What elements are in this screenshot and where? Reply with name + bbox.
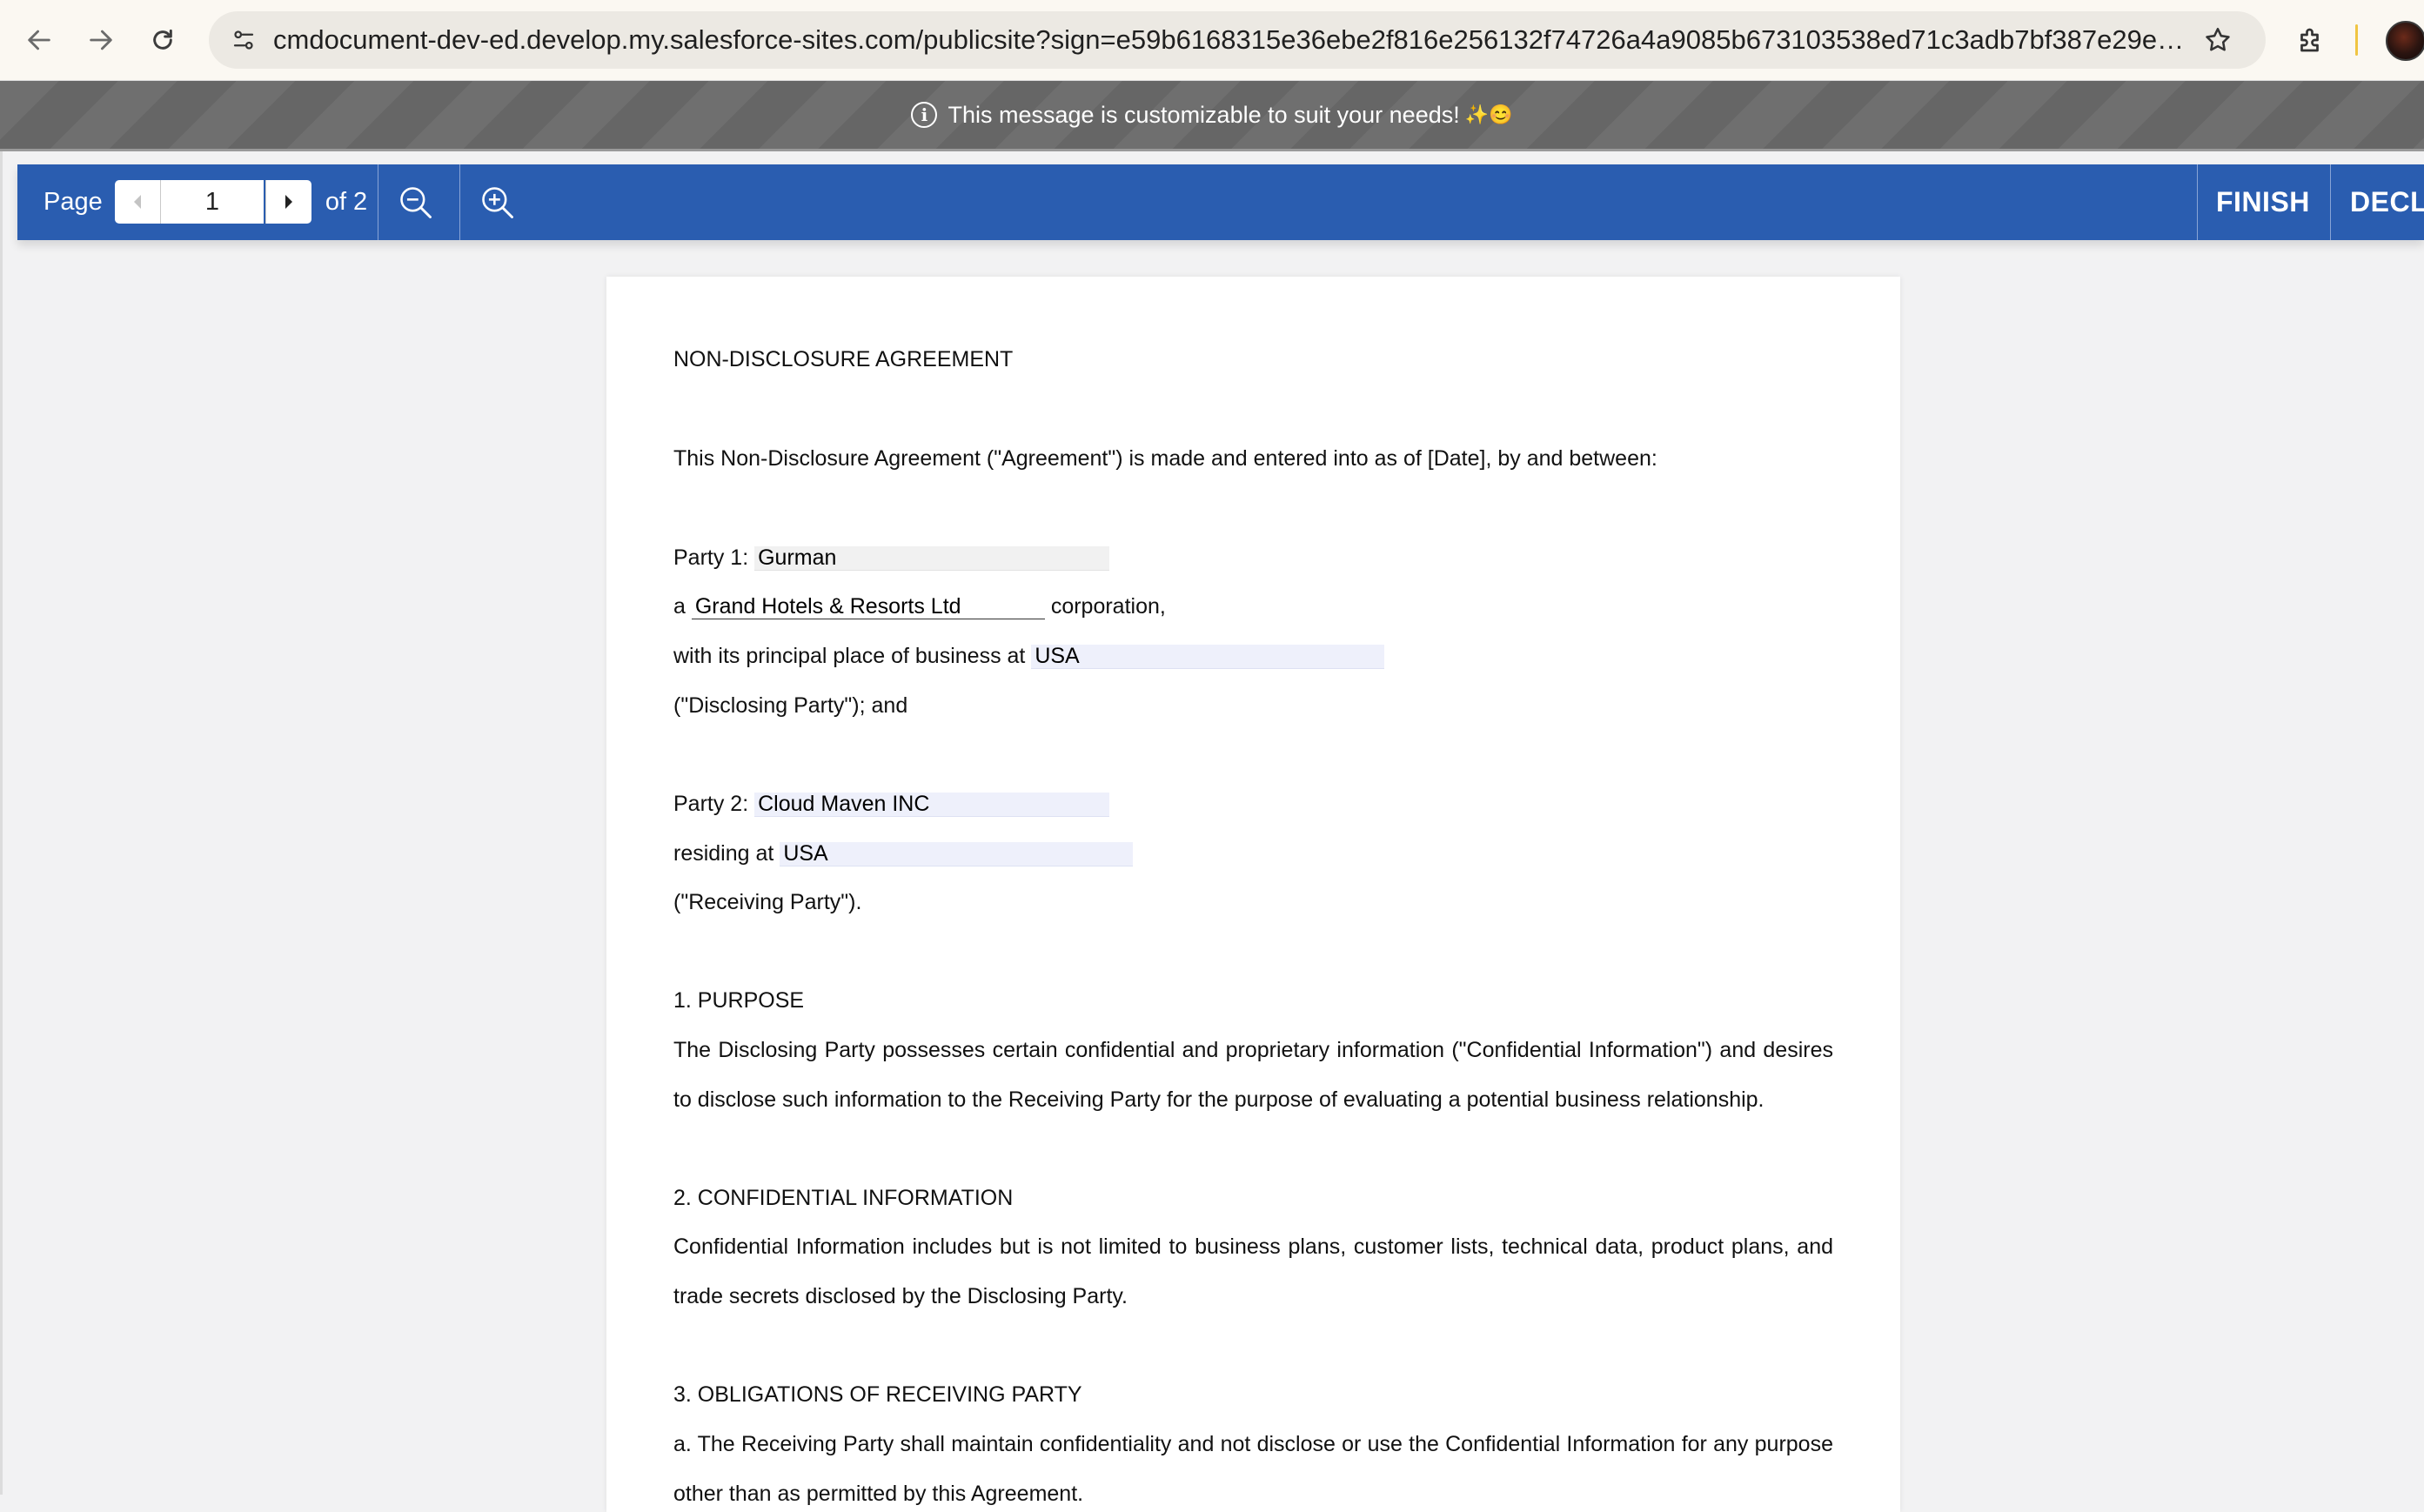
browser-toolbar: cmdocument-dev-ed.develop.my.salesforce-…	[0, 0, 2424, 81]
zoom-in-icon[interactable]	[474, 179, 521, 226]
frame-border	[0, 149, 2424, 151]
section-text: to disclose such information to the Rece…	[673, 1087, 1764, 1112]
party1-company-field[interactable]: Grand Hotels & Resorts Ltd	[691, 595, 1045, 619]
toolbar-separator	[459, 164, 460, 240]
bookmark-star-icon[interactable]	[2194, 17, 2241, 64]
toolbar-separator	[2197, 164, 2198, 240]
section-text: The Disclosing Party possesses certain c…	[673, 1038, 1833, 1062]
party1-line: Party 1: Gurman	[673, 545, 1110, 571]
banner-message: This message is customizable to suit you…	[948, 101, 1460, 128]
receiving-party-text: ("Receiving Party").	[673, 890, 862, 914]
extensions-puzzle-icon[interactable]	[2287, 16, 2335, 64]
party1-label: Party 1:	[673, 545, 749, 570]
business-label: with its principal place of business at	[673, 644, 1026, 668]
custom-message-banner: i This message is customizable to suit y…	[0, 81, 2424, 149]
banner-emoji: ✨😊	[1464, 104, 1513, 125]
section-heading: 3. OBLIGATIONS OF RECEIVING PARTY	[673, 1382, 1082, 1407]
party1-business-field[interactable]: USA	[1031, 645, 1385, 669]
residing-label: residing at	[673, 841, 774, 866]
party1-company-line: a Grand Hotels & Resorts Ltd corporation…	[673, 594, 1166, 619]
page-count-label: of 2	[325, 188, 368, 216]
party2-name-field[interactable]: Cloud Maven INC	[754, 793, 1110, 817]
page-number-input[interactable]	[161, 180, 264, 224]
next-page-button[interactable]	[265, 180, 311, 224]
corporation-text: corporation,	[1050, 594, 1166, 619]
section-text: trade secrets disclosed by the Disclosin…	[673, 1284, 1128, 1308]
party2-residing-line: residing at USA	[673, 841, 1134, 866]
address-bar[interactable]: cmdocument-dev-ed.develop.my.salesforce-…	[209, 11, 2266, 69]
section-text: Confidential Information includes but is…	[673, 1234, 1833, 1259]
party1-name-field[interactable]: Gurman	[754, 546, 1110, 571]
previous-page-button[interactable]	[115, 180, 161, 224]
page-label: Page	[44, 188, 103, 216]
info-icon: i	[911, 102, 938, 128]
document-title: NON-DISCLOSURE AGREEMENT	[673, 347, 1014, 371]
url-text[interactable]: cmdocument-dev-ed.develop.my.salesforce-…	[273, 11, 2187, 69]
site-settings-icon[interactable]	[223, 19, 264, 61]
party1-business-line: with its principal place of business at …	[673, 644, 1385, 669]
party2-residing-field[interactable]: USA	[780, 842, 1134, 866]
document-page: NON-DISCLOSURE AGREEMENT This Non-Disclo…	[606, 277, 1900, 1512]
back-arrow-icon[interactable]	[15, 16, 64, 64]
section-heading: 2. CONFIDENTIAL INFORMATION	[673, 1186, 1014, 1210]
section-text: a. The Receiving Party shall maintain co…	[673, 1432, 1833, 1456]
decline-button[interactable]: DECL	[2350, 164, 2424, 240]
party1-a-text: a	[673, 594, 686, 619]
toolbar-separator	[2330, 164, 2331, 240]
frame-edge	[0, 151, 3, 1495]
reload-icon[interactable]	[138, 16, 187, 64]
party2-line: Party 2: Cloud Maven INC	[673, 792, 1110, 817]
profile-avatar[interactable]	[2386, 21, 2424, 61]
disclosing-party-text: ("Disclosing Party"); and	[673, 693, 908, 718]
forward-arrow-icon[interactable]	[77, 16, 125, 64]
intro-paragraph: This Non-Disclosure Agreement ("Agreemen…	[673, 446, 1657, 471]
finish-button[interactable]: FINISH	[2216, 164, 2310, 240]
toolbar-divider	[2355, 24, 2358, 56]
zoom-out-icon[interactable]	[392, 179, 439, 226]
section-heading: 1. PURPOSE	[673, 988, 805, 1013]
party2-label: Party 2:	[673, 792, 749, 816]
document-toolbar: Page of 2 FINISH DECL	[17, 164, 2424, 240]
